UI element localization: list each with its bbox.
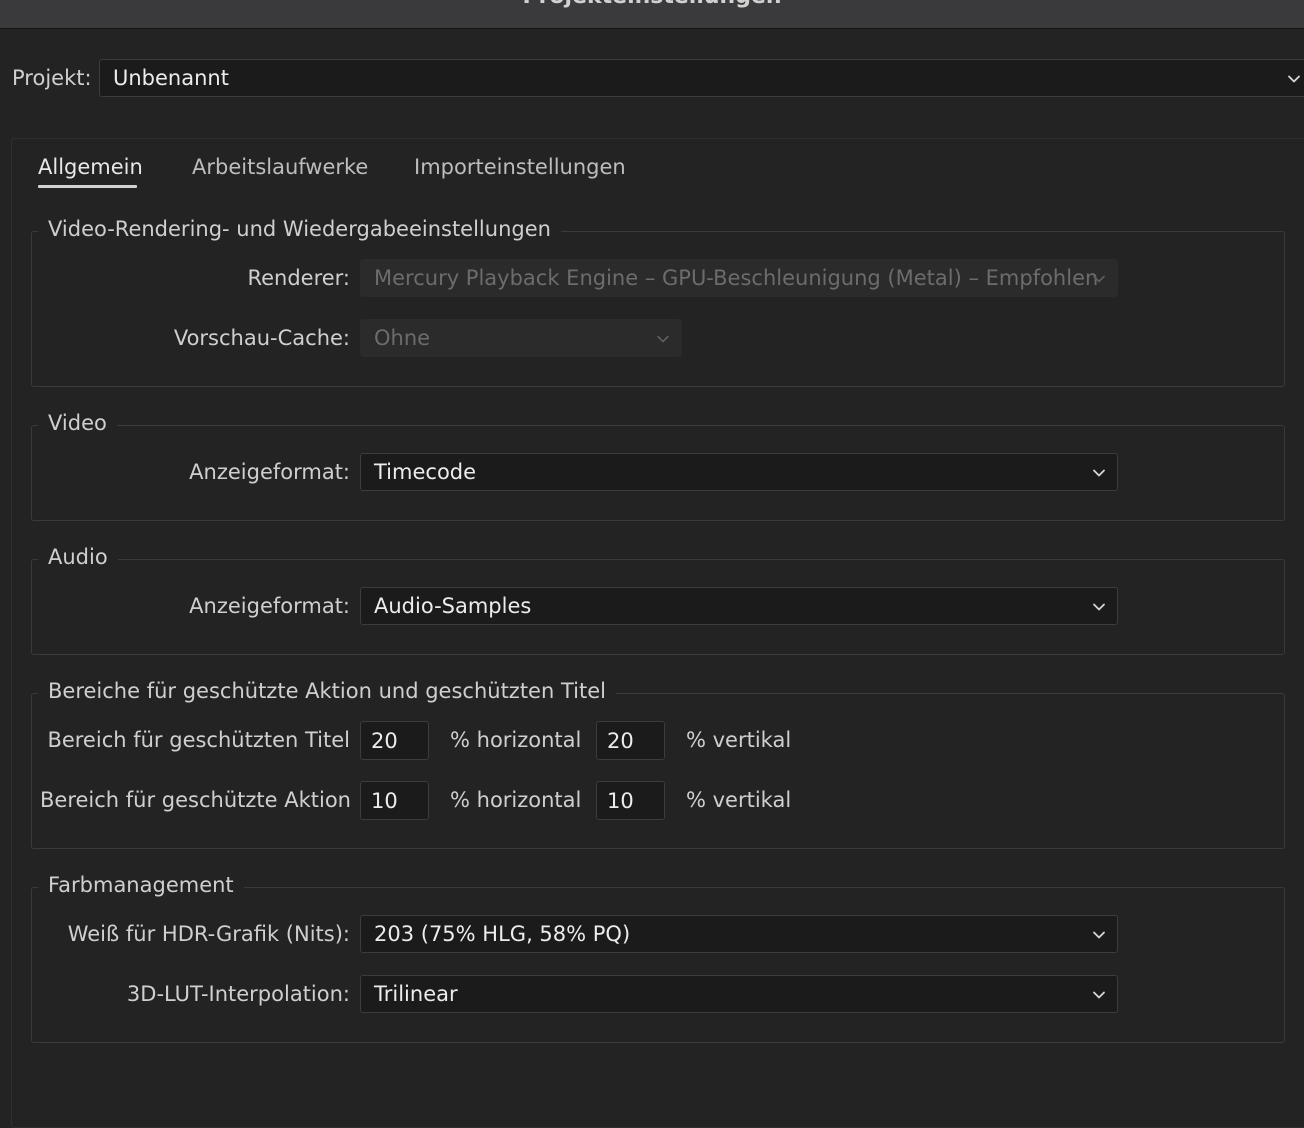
audio-format-value: Audio-Samples	[374, 594, 532, 618]
tab-arbeitslaufwerke[interactable]: Arbeitslaufwerke	[192, 155, 368, 179]
vertical-unit-label: % vertikal	[686, 788, 792, 812]
chevron-down-icon	[1093, 991, 1105, 999]
preview-cache-label: Vorschau-Cache:	[173, 326, 350, 350]
safe-title-vertical-field[interactable]: 20	[596, 721, 665, 760]
chevron-down-icon	[1093, 931, 1105, 939]
audio-format-label: Anzeigeformat:	[189, 594, 350, 618]
lut-interpolation-label: 3D-LUT-Interpolation:	[126, 982, 350, 1006]
lut-interpolation-select[interactable]: Trilinear	[360, 975, 1118, 1013]
lut-interpolation-value: Trilinear	[374, 982, 458, 1006]
tab-importeinstellungen[interactable]: Importeinstellungen	[414, 155, 626, 179]
video-format-value: Timecode	[374, 460, 477, 484]
project-select[interactable]: Unbenannt	[99, 59, 1304, 97]
chevron-down-icon	[1093, 469, 1105, 477]
renderer-select: Mercury Playback Engine – GPU-Beschleuni…	[360, 259, 1118, 297]
safe-action-horizontal-value: 10	[371, 789, 398, 813]
chevron-down-icon	[1093, 275, 1105, 283]
safe-areas-legend: Bereiche für geschützte Aktion und gesch…	[38, 679, 616, 703]
audio-legend: Audio	[38, 545, 118, 569]
safe-action-horizontal-field[interactable]: 10	[360, 781, 429, 820]
project-label: Projekt:	[12, 66, 92, 90]
tab-allgemein[interactable]: Allgemein	[38, 155, 143, 179]
audio-format-select[interactable]: Audio-Samples	[360, 587, 1118, 625]
safe-title-label: Bereich für geschützten Titel	[47, 728, 350, 752]
color-management-group	[31, 887, 1285, 1043]
hdr-white-value: 203 (75% HLG, 58% PQ)	[374, 922, 631, 946]
hdr-white-select[interactable]: 203 (75% HLG, 58% PQ)	[360, 915, 1118, 953]
safe-areas-group	[31, 693, 1285, 849]
preview-cache-select: Ohne	[360, 319, 682, 357]
color-management-legend: Farbmanagement	[38, 873, 244, 897]
active-tab-indicator	[38, 185, 137, 188]
horizontal-unit-label: % horizontal	[450, 788, 582, 812]
video-format-select[interactable]: Timecode	[360, 453, 1118, 491]
rendering-group	[31, 231, 1285, 387]
video-format-label: Anzeigeformat:	[189, 460, 350, 484]
safe-title-horizontal-field[interactable]: 20	[360, 721, 429, 760]
safe-action-label: Bereich für geschützte Aktion	[40, 788, 351, 812]
project-value: Unbenannt	[113, 66, 229, 90]
safe-action-vertical-value: 10	[607, 789, 634, 813]
chevron-down-icon	[1288, 75, 1300, 83]
title-bar: Projekteinstellungen	[0, 0, 1304, 29]
renderer-label: Renderer:	[247, 266, 350, 290]
vertical-unit-label: % vertikal	[686, 728, 792, 752]
safe-action-vertical-field[interactable]: 10	[596, 781, 665, 820]
rendering-legend: Video-Rendering- und Wiedergabeeinstellu…	[38, 217, 561, 241]
renderer-value: Mercury Playback Engine – GPU-Beschleuni…	[374, 266, 1099, 290]
chevron-down-icon	[1093, 603, 1105, 611]
video-legend: Video	[38, 411, 117, 435]
preview-cache-value: Ohne	[374, 326, 431, 350]
chevron-down-icon	[657, 335, 669, 343]
safe-title-vertical-value: 20	[607, 729, 634, 753]
safe-title-horizontal-value: 20	[371, 729, 398, 753]
horizontal-unit-label: % horizontal	[450, 728, 582, 752]
window-title: Projekteinstellungen	[0, 0, 1304, 9]
hdr-white-label: Weiß für HDR-Grafik (Nits):	[67, 922, 350, 946]
